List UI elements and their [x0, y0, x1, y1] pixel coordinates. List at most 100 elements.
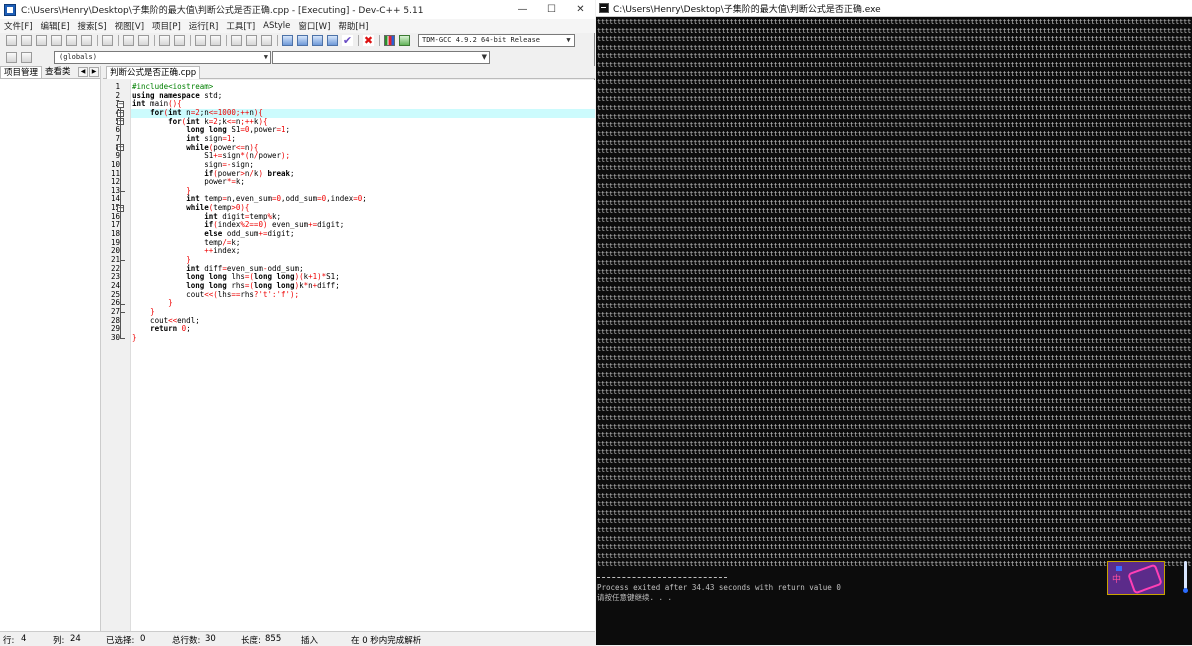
menu-project[interactable]: 项目[P]	[148, 20, 185, 32]
tab-current-file[interactable]: 判断公式是否正确.cpp	[106, 66, 201, 79]
tab-scroll-left-icon[interactable]: ◀	[78, 67, 88, 77]
undo-icon[interactable]	[123, 35, 134, 46]
console-output-row: tttttttttttttttttttttttttttttttttttttttt…	[597, 26, 1191, 35]
console-output-row: tttttttttttttttttttttttttttttttttttttttt…	[597, 155, 1191, 164]
status-parse-info: 在 0 秒内完成解析	[351, 636, 422, 646]
menu-search[interactable]: 搜索[S]	[74, 20, 111, 32]
console-output-row: tttttttttttttttttttttttttttttttttttttttt…	[597, 302, 1191, 311]
toggle-bookmark-icon[interactable]	[210, 35, 221, 46]
debug-icon[interactable]	[399, 35, 410, 46]
chevron-down-icon: ▼	[263, 53, 268, 61]
code-editor[interactable]: 1234567891011121314151617181920212223242…	[103, 80, 595, 631]
toggle-class-icon[interactable]	[21, 52, 32, 63]
goto-line-icon[interactable]	[195, 35, 206, 46]
maximize-button[interactable]: ☐	[537, 0, 566, 19]
find-icon[interactable]	[159, 35, 170, 46]
replace-icon[interactable]	[174, 35, 185, 46]
console-output-row: tttttttttttttttttttttttttttttttttttttttt…	[597, 224, 1191, 233]
project-panel: 项目管理 查看类 ◀ ▶	[0, 66, 101, 631]
console-output-row: tttttttttttttttttttttttttttttttttttttttt…	[597, 500, 1191, 509]
new-file-icon[interactable]	[6, 35, 17, 46]
console-output-row: tttttttttttttttttttttttttttttttttttttttt…	[597, 405, 1191, 414]
scope-select[interactable]: (globals) ▼	[54, 51, 271, 64]
console-output-row: tttttttttttttttttttttttttttttttttttttttt…	[597, 259, 1191, 268]
compiler-select-value: TDM-GCC 4.9.2 64-bit Release	[422, 36, 541, 44]
console-output-row: tttttttttttttttttttttttttttttttttttttttt…	[597, 276, 1191, 285]
menu-window[interactable]: 窗口[W]	[294, 20, 334, 32]
console-output-row: tttttttttttttttttttttttttttttttttttttttt…	[597, 129, 1191, 138]
console-window[interactable]: C:\Users\Henry\Desktop\子集阶的最大值\判断公式是否正确.…	[596, 0, 1192, 645]
chevron-down-icon: ▼	[566, 36, 571, 44]
status-insert-mode: 插入	[301, 636, 319, 646]
insert-snippet-icon[interactable]	[6, 52, 17, 63]
console-output-row: tttttttttttttttttttttttttttttttttttttttt…	[597, 353, 1191, 362]
menu-edit[interactable]: 编辑[E]	[37, 20, 74, 32]
console-output-row: tttttttttttttttttttttttttttttttttttttttt…	[597, 181, 1191, 190]
menu-file[interactable]: 文件[F]	[0, 20, 37, 32]
ime-logo-icon	[1116, 566, 1122, 571]
code-line[interactable]: }	[131, 307, 595, 317]
menu-tools[interactable]: 工具[T]	[222, 20, 259, 32]
menu-help[interactable]: 帮助[H]	[334, 20, 372, 32]
indent-left-icon[interactable]	[231, 35, 242, 46]
ime-status-widget[interactable]: 中	[1107, 561, 1165, 595]
compile-run-icon[interactable]	[312, 35, 323, 46]
member-select[interactable]: ▼	[272, 51, 490, 64]
code-line[interactable]: return 0;	[131, 324, 595, 334]
project-panel-tabs: 项目管理 查看类 ◀ ▶	[0, 66, 100, 79]
indent-right-icon[interactable]	[246, 35, 257, 46]
save-icon[interactable]	[36, 35, 47, 46]
close-button[interactable]: ✕	[566, 0, 595, 19]
console-output-row: tttttttttttttttttttttttttttttttttttttttt…	[597, 362, 1191, 371]
print-icon[interactable]	[102, 35, 113, 46]
compiler-select[interactable]: TDM-GCC 4.9.2 64-bit Release ▼	[418, 34, 575, 47]
console-output-row: tttttttttttttttttttttttttttttttttttttttt…	[597, 18, 1191, 26]
code-line[interactable]: ++index;	[131, 247, 595, 256]
run-icon[interactable]	[297, 35, 308, 46]
code-line[interactable]: }	[131, 333, 595, 343]
code-line[interactable]: cout<<endl;	[131, 316, 595, 326]
code-line[interactable]: }	[131, 298, 595, 308]
status-length-label: 长度:	[241, 636, 261, 646]
menu-view[interactable]: 视图[V]	[111, 20, 148, 32]
status-selected-value: 0	[140, 634, 146, 644]
tab-scroll-right-icon[interactable]: ▶	[89, 67, 99, 77]
console-output-row: tttttttttttttttttttttttttttttttttttttttt…	[597, 327, 1191, 336]
status-selected-label: 已选择:	[106, 636, 135, 646]
syntax-check-icon[interactable]: ✔	[342, 35, 353, 46]
code-line[interactable]: using namespace std;	[131, 91, 595, 101]
open-file-icon[interactable]	[21, 35, 32, 46]
code-line[interactable]: power*=k;	[131, 177, 595, 187]
save-all-icon[interactable]	[51, 35, 62, 46]
ime-decoration-icon	[1127, 563, 1163, 595]
code-line[interactable]: cout<<(lhs==rhs?'t':'f');	[131, 290, 595, 300]
console-output-row: tttttttttttttttttttttttttttttttttttttttt…	[597, 241, 1191, 250]
console-output-row: tttttttttttttttttttttttttttttttttttttttt…	[597, 284, 1191, 293]
compile-icon[interactable]	[282, 35, 293, 46]
console-output-row: tttttttttttttttttttttttttttttttttttttttt…	[597, 61, 1191, 70]
close-all-icon[interactable]	[81, 35, 92, 46]
stop-execution-icon[interactable]: ✖	[363, 35, 374, 46]
console-title-bar: C:\Users\Henry\Desktop\子集阶的最大值\判断公式是否正确.…	[596, 0, 1192, 17]
console-output-row: tttttttttttttttttttttttttttttttttttttttt…	[597, 491, 1191, 500]
rebuild-icon[interactable]	[327, 35, 338, 46]
comment-icon[interactable]	[261, 35, 272, 46]
close-file-icon[interactable]	[66, 35, 77, 46]
minimize-button[interactable]: —	[508, 0, 537, 19]
code-area[interactable]: #include<iostream> using namespace std; in…	[131, 80, 595, 631]
tab-class-browser[interactable]: 查看类	[42, 66, 74, 78]
status-col-value: 24	[70, 634, 81, 644]
redo-icon[interactable]	[138, 35, 149, 46]
menu-run[interactable]: 运行[R]	[185, 20, 223, 32]
tab-project-manager[interactable]: 项目管理	[0, 66, 43, 78]
profile-chart-icon[interactable]	[384, 35, 395, 46]
fold-toggle-icon[interactable]: −	[117, 101, 124, 109]
menu-astyle[interactable]: AStyle	[259, 21, 294, 31]
console-output-row: tttttttttttttttttttttttttttttttttttttttt…	[597, 86, 1191, 95]
console-output-row: tttttttttttttttttttttttttttttttttttttttt…	[597, 52, 1191, 61]
console-output-row: tttttttttttttttttttttttttttttttttttttttt…	[597, 207, 1191, 216]
class-toolbar: (globals) ▼ ▼	[0, 50, 595, 65]
line-number-gutter: 1234567891011121314151617181920212223242…	[103, 80, 131, 631]
console-output-row: tttttttttttttttttttttttttttttttttttttttt…	[597, 551, 1191, 560]
ide-window-title: C:\Users\Henry\Desktop\子集阶的最大值\判断公式是否正确.…	[21, 6, 424, 16]
